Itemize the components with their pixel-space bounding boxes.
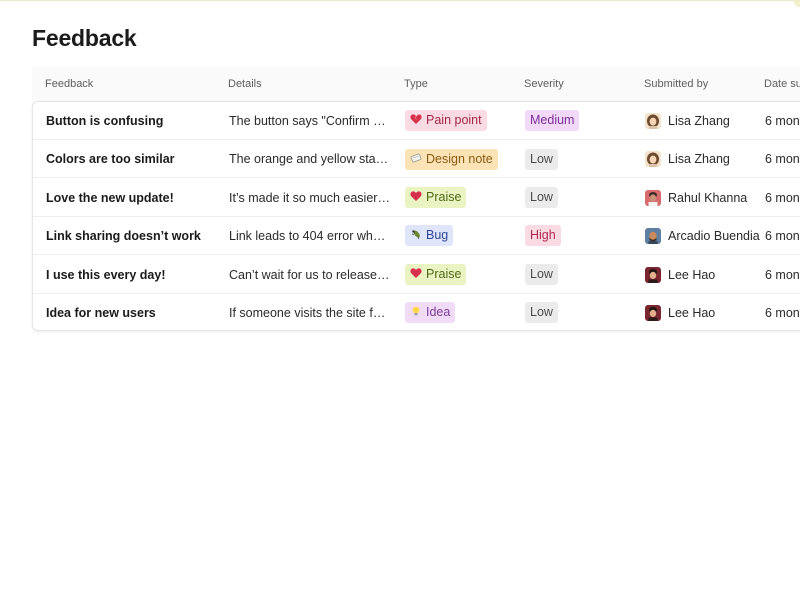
avatar-arcadio-buendia (645, 228, 661, 244)
type-tag: Praise (405, 187, 467, 208)
table-row[interactable]: Button is confusing The button says "Conf… (33, 102, 800, 140)
cell-submitted-by[interactable]: Rahul Khanna (645, 179, 765, 217)
table-header: Feedback Details Type Severity Submitted… (32, 67, 800, 101)
table-row[interactable]: I use this every day! Can’t wait for us t… (33, 256, 800, 294)
cell-type[interactable]: Idea (405, 294, 515, 332)
cell-date-submitted[interactable]: 6 mont (765, 217, 800, 255)
page-title: Feedback (32, 25, 137, 51)
cell-type[interactable]: Bug (405, 217, 515, 255)
cell-feedback[interactable]: Idea for new users (46, 294, 221, 332)
cell-severity[interactable]: Low (525, 179, 625, 217)
cell-details[interactable]: Link leads to 404 error when shared (229, 217, 391, 255)
cell-details[interactable]: The orange and yellow status colors (229, 140, 391, 178)
column-header-submitted-by[interactable]: Submitted by (644, 67, 708, 101)
cell-severity[interactable]: Low (525, 256, 625, 294)
cell-submitted-by[interactable]: Lisa Zhang (645, 102, 765, 140)
type-label: Idea (426, 305, 451, 320)
table-row[interactable]: Link sharing doesn’t work Link leads to 4… (33, 217, 800, 256)
cell-details[interactable]: It’s made it so much easier for me (229, 179, 391, 217)
severity-tag: High (525, 225, 561, 247)
column-header-feedback[interactable]: Feedback (45, 67, 93, 101)
avatar-lisa-zhang (645, 113, 661, 129)
cell-details[interactable]: The button says "Confirm and continue" (229, 102, 391, 140)
cell-date-submitted[interactable]: 6 mont (765, 294, 800, 332)
cell-type[interactable]: Pain point (405, 102, 515, 140)
submitter-name: Lisa Zhang (668, 114, 730, 128)
column-header-details[interactable]: Details (228, 67, 262, 101)
cell-feedback[interactable]: Link sharing doesn’t work (46, 217, 221, 255)
avatar-lee-hao (645, 267, 661, 283)
cell-details[interactable]: If someone visits the site for the first (229, 294, 391, 332)
cell-feedback[interactable]: I use this every day! (46, 256, 221, 294)
type-label: Praise (426, 190, 462, 204)
heart-icon (410, 267, 422, 279)
column-header-severity[interactable]: Severity (524, 67, 564, 101)
type-tag: Pain point (405, 110, 487, 132)
avatar-lisa-zhang (645, 151, 661, 167)
cell-submitted-by[interactable]: Lee Hao (645, 256, 765, 294)
submitter-name: Lee Hao (668, 267, 716, 282)
bug-icon (410, 228, 422, 240)
cell-date-submitted[interactable]: 6 mont (765, 102, 800, 140)
cell-feedback[interactable]: Button is confusing (46, 102, 221, 140)
severity-tag: Low (525, 263, 558, 285)
severity-tag: Medium (525, 110, 580, 132)
type-tag: Design note (405, 148, 498, 170)
type-label: Praise (426, 266, 462, 281)
type-tag: Idea (405, 302, 456, 324)
lightbulb-icon (410, 305, 422, 317)
feedback-table: Feedback Details Type Severity Submitted… (32, 67, 800, 331)
paper-icon (410, 152, 422, 164)
submitter-name: Lee Hao (668, 306, 716, 320)
cell-date-submitted[interactable]: 6 mont (765, 256, 800, 294)
column-header-date-submitted[interactable]: Date su (764, 67, 800, 101)
type-label: Design note (426, 151, 493, 166)
cell-feedback[interactable]: Colors are too similar (46, 140, 221, 178)
cell-submitted-by[interactable]: Lisa Zhang (645, 140, 765, 178)
submitter-name: Arcadio Buendia (668, 229, 760, 244)
column-header-type[interactable]: Type (404, 67, 428, 101)
table-row[interactable]: Love the new update! It’s made it so much… (33, 179, 800, 217)
avatar-lee-hao (645, 305, 661, 321)
severity-tag: Low (525, 148, 558, 170)
cell-type[interactable]: Praise (405, 179, 515, 217)
type-tag: Bug (405, 225, 454, 247)
severity-tag: Low (525, 187, 558, 208)
submitter-name: Lisa Zhang (668, 152, 730, 167)
table-body: Button is confusing The button says "Conf… (32, 101, 800, 331)
cell-severity[interactable]: Medium (525, 102, 625, 140)
cell-severity[interactable]: High (525, 217, 625, 255)
corner-accent (794, 1, 800, 7)
submitter-name: Rahul Khanna (668, 190, 748, 205)
cell-type[interactable]: Praise (405, 256, 515, 294)
broken-heart-icon (410, 113, 422, 125)
type-tag: Praise (405, 263, 467, 285)
cell-severity[interactable]: Low (525, 294, 625, 332)
severity-tag: Low (525, 302, 558, 324)
cell-feedback[interactable]: Love the new update! (46, 179, 221, 217)
cell-details[interactable]: Can’t wait for us to release the next (229, 256, 391, 294)
type-label: Pain point (426, 113, 482, 128)
avatar-rahul-khanna (645, 190, 661, 206)
cell-date-submitted[interactable]: 6 mont (765, 179, 800, 217)
heart-icon (410, 190, 422, 202)
type-label: Bug (426, 228, 449, 243)
feedback-page: Feedback Feedback Details Type Severity … (0, 0, 800, 600)
table-row[interactable]: Idea for new users If someone visits the … (33, 294, 800, 332)
cell-date-submitted[interactable]: 6 mont (765, 140, 800, 178)
cell-submitted-by[interactable]: Lee Hao (645, 294, 765, 332)
table-row[interactable]: Colors are too similar The orange and yel… (33, 140, 800, 179)
cell-submitted-by[interactable]: Arcadio Buendia (645, 217, 765, 255)
cell-severity[interactable]: Low (525, 140, 625, 178)
cell-type[interactable]: Design note (405, 140, 515, 178)
